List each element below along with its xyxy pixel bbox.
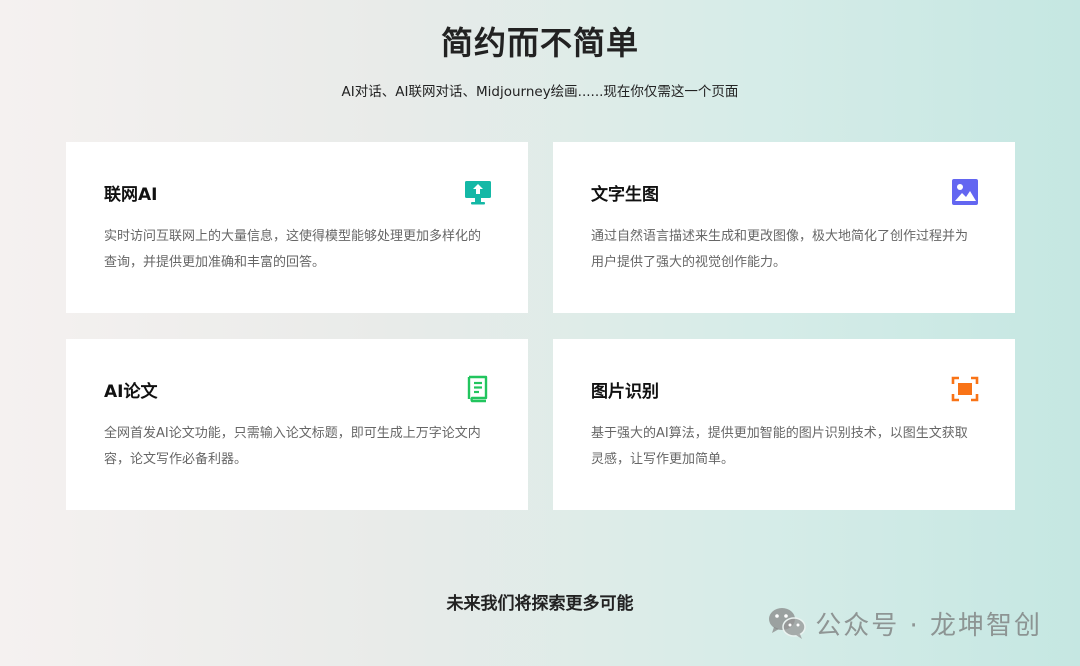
monitor-upload-icon (464, 178, 492, 206)
feature-card-description: 通过自然语言描述来生成和更改图像，极大地简化了创作过程并为用户提供了强大的视觉创… (591, 229, 969, 270)
hero-title: 简约而不简单 (440, 24, 639, 62)
feature-card-description: 基于强大的AI算法，提供更加智能的图片识别技术，以图生文获取灵感，让写作更加简单… (591, 426, 968, 467)
image-icon (951, 178, 979, 206)
wechat-icon (767, 606, 807, 640)
feature-card-text-to-image[interactable]: 文字生图 通过自然语言描述来生成和更改图像，极大地简化了创作过程并为用户提供了强… (553, 142, 1015, 313)
scan-frame-icon (951, 375, 979, 403)
feature-card-web-ai[interactable]: 联网AI 实时访问互联网上的大量信息，这使得模型能够处理更加多样化的查询，并提供… (66, 142, 528, 313)
hero-subtitle: AI对话、AI联网对话、Midjourney绘画......现在你仅需这一个页面 (341, 84, 739, 100)
feature-card-image-recognition[interactable]: 图片识别 基于强大的AI算法，提供更加智能的图片识别技术，以图生文获取灵感，让写… (553, 339, 1015, 510)
feature-card-description: 实时访问互联网上的大量信息，这使得模型能够处理更加多样化的查询，并提供更加准确和… (104, 229, 482, 270)
feature-card-title: 图片识别 (591, 382, 659, 402)
watermark-text: 公众号 · 龙坤智创 (815, 610, 1042, 641)
feature-card-title: 联网AI (104, 185, 158, 205)
feature-card-title: 文字生图 (591, 185, 659, 205)
feature-card-description: 全网首发AI论文功能，只需输入论文标题，即可生成上万字论文内容，论文写作必备利器… (104, 426, 481, 467)
feature-card-title: AI论文 (104, 382, 158, 402)
document-icon (464, 375, 492, 403)
feature-card-ai-paper[interactable]: AI论文 全网首发AI论文功能，只需输入论文标题，即可生成上万字论文内容，论文写… (66, 339, 528, 510)
watermark: 公众号 · 龙坤智创 (767, 603, 1042, 643)
